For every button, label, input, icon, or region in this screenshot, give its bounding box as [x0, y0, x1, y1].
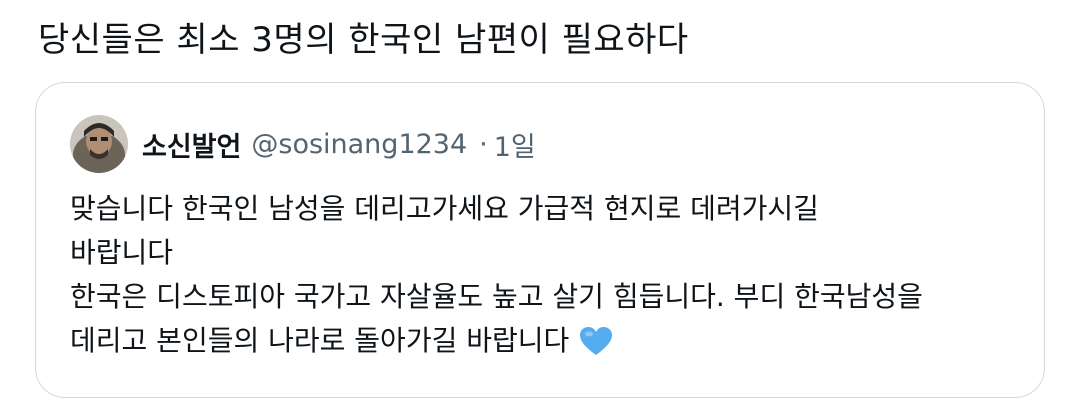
post-timestamp[interactable]: 1일 [494, 125, 536, 164]
quote-line: 맞습니다 한국인 남성을 데리고가세요 가급적 현지로 데려가시길 [70, 192, 819, 225]
quote-line-last: 데리고 본인들의 나라로 돌아가길 바랍니다 [70, 319, 1020, 369]
quoted-tweet-header: 소신발언 @sosinang1234 · 1일 [70, 115, 536, 173]
quoted-tweet-card[interactable]: 소신발언 @sosinang1234 · 1일 맞습니다 한국인 남성을 데리고… [35, 82, 1045, 398]
quote-line-text: 데리고 본인들의 나라로 돌아가길 바랍니다 [70, 324, 570, 357]
blue-heart-icon [579, 325, 613, 369]
author-handle[interactable]: @sosinang1234 [251, 129, 467, 160]
quoted-tweet-text: 맞습니다 한국인 남성을 데리고가세요 가급적 현지로 데려가시길 바랍니다 한… [70, 187, 1020, 369]
avatar[interactable] [70, 115, 128, 173]
post-text: 당신들은 최소 3명의 한국인 남편이 필요하다 [38, 20, 689, 60]
quote-line: 한국은 디스토피아 국가고 자살율도 높고 살기 힘듭니다. 부디 한국남성을 [70, 280, 923, 313]
author-display-name[interactable]: 소신발언 [142, 125, 241, 164]
separator-dot: · [479, 128, 488, 160]
quote-line: 바랍니다 [70, 236, 174, 269]
avatar-image [70, 115, 128, 173]
